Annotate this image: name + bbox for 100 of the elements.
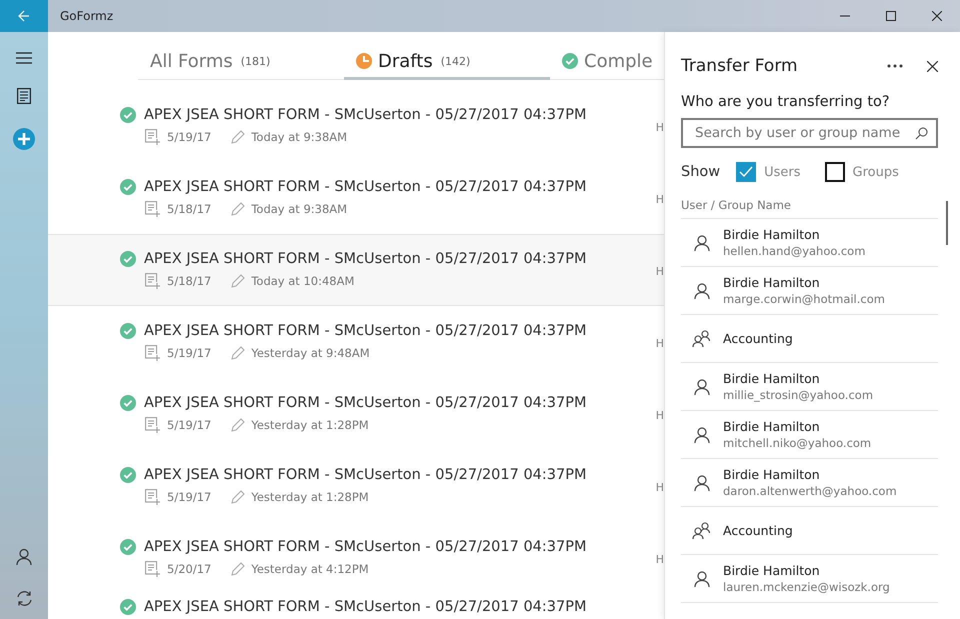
recipient-email: daron.altenwerth@yahoo.com <box>723 484 897 498</box>
user-icon <box>693 282 711 300</box>
list-header: User / Group Name <box>681 198 938 219</box>
tab-label: Comple <box>584 50 653 72</box>
panel-title: Transfer Form <box>681 56 799 76</box>
check-circle-icon <box>120 322 136 338</box>
group-icon <box>692 330 712 348</box>
maximize-icon <box>886 11 896 21</box>
created-date: 5/18/17 <box>167 202 212 216</box>
pencil-icon <box>231 562 246 576</box>
document-add-icon <box>145 416 161 434</box>
pencil-icon <box>231 346 246 360</box>
recipient-item[interactable]: Birdie Hamilton lauren.mckenzie@wisozk.org <box>681 555 938 603</box>
recipient-name: Birdie Hamilton <box>723 227 821 242</box>
column-3-text: H <box>656 121 664 134</box>
close-button[interactable] <box>927 60 938 72</box>
close-icon <box>932 11 942 21</box>
menu-icon <box>16 52 32 64</box>
form-title: APEX JSEA SHORT FORM - SMcUserton - 05/27/2017 04:37PM <box>144 178 586 194</box>
more-icon <box>887 64 903 68</box>
checkbox-label: Groups <box>852 164 899 180</box>
form-title: APEX JSEA SHORT FORM - SMcUserton - 05/27/2017 04:37PM <box>144 394 586 410</box>
form-title: APEX JSEA SHORT FORM - SMcUserton - 05/27/2017 04:37PM <box>144 538 586 554</box>
edited-time: Today at 10:48AM <box>251 274 354 288</box>
window-title: GoFormz <box>60 9 114 23</box>
search-field[interactable]: Search by user or group name <box>681 118 938 148</box>
recipient-name: Birdie Hamilton <box>723 275 821 290</box>
account-button[interactable] <box>16 548 32 566</box>
document-add-icon <box>145 488 161 506</box>
pencil-icon <box>231 274 246 288</box>
edited-time: Yesterday at 1:28PM <box>251 418 369 432</box>
pencil-icon <box>231 202 246 216</box>
column-3-text: H <box>656 193 664 206</box>
recipient-name: Birdie Hamilton <box>723 419 821 434</box>
tab-count: (181) <box>240 54 270 68</box>
more-button[interactable] <box>887 64 903 68</box>
document-icon <box>17 88 31 104</box>
check-circle-icon <box>120 538 136 554</box>
tab[interactable]: Comple <box>550 45 655 80</box>
checkbox[interactable] <box>824 162 845 182</box>
check-circle-icon <box>120 250 136 266</box>
show-label: Show <box>681 164 720 180</box>
back-arrow-icon <box>18 10 30 22</box>
check-circle-icon <box>562 53 578 69</box>
created-date: 5/19/17 <box>167 490 212 504</box>
menu-button[interactable] <box>16 52 32 64</box>
recipient-item[interactable]: Birdie Hamilton marge.corwin@hotmail.com <box>681 267 938 315</box>
check-circle-icon <box>120 106 136 122</box>
check-circle-icon <box>120 394 136 410</box>
recipient-item[interactable]: Birdie Hamilton hellen.hand@yahoo.com <box>681 219 938 267</box>
user-icon <box>693 474 711 492</box>
checkbox[interactable] <box>736 162 756 182</box>
document-add-icon <box>145 200 161 218</box>
recipient-name: Birdie Hamilton <box>723 563 821 578</box>
form-title: APEX JSEA SHORT FORM - SMcUserton - 05/27/2017 04:37PM <box>144 106 586 122</box>
pencil-icon <box>231 130 246 144</box>
created-date: 5/19/17 <box>167 346 212 360</box>
user-icon <box>693 234 711 252</box>
edited-time: Yesterday at 4:12PM <box>251 562 369 576</box>
created-date: 5/20/17 <box>167 562 212 576</box>
add-button[interactable] <box>13 128 35 150</box>
recipient-email: mitchell.niko@yahoo.com <box>723 436 872 450</box>
tab[interactable]: Drafts (142) <box>344 45 550 80</box>
tab-label: Drafts <box>378 50 433 72</box>
user-icon <box>693 378 711 396</box>
recipient-item[interactable]: Birdie Hamilton millie_strosin@yahoo.com <box>681 363 938 411</box>
tab-label: All Forms <box>150 50 233 72</box>
recipient-item[interactable]: Accounting <box>681 507 938 555</box>
column-3-text: H <box>656 265 664 278</box>
recipient-email: marge.corwin@hotmail.com <box>723 292 885 306</box>
column-3-text: H <box>656 481 664 494</box>
column-3-text: H <box>656 553 664 566</box>
form-title: APEX JSEA SHORT FORM - SMcUserton - 05/27/2017 04:37PM <box>144 599 586 615</box>
user-icon <box>16 548 32 566</box>
sync-icon <box>16 590 32 607</box>
recipient-email: lauren.mckenzie@wisozk.org <box>723 580 890 594</box>
question-text: Who are you transferring to? <box>681 94 891 110</box>
edited-time: Today at 9:38AM <box>251 130 348 144</box>
scrollbar-thumb[interactable] <box>946 201 948 245</box>
edited-time: Yesterday at 1:28PM <box>251 490 369 504</box>
document-add-icon <box>145 560 161 578</box>
sync-button[interactable] <box>16 590 32 607</box>
column-3-text: H <box>656 409 664 422</box>
recipient-item[interactable]: Birdie Hamilton daron.altenwerth@yahoo.com <box>681 459 938 507</box>
checkmark-icon <box>739 166 754 178</box>
check-circle-icon <box>120 466 136 482</box>
pencil-icon <box>231 490 246 504</box>
recipient-item[interactable]: Accounting <box>681 315 938 363</box>
created-date: 5/18/17 <box>167 274 212 288</box>
clock-icon <box>356 53 372 69</box>
pencil-icon <box>231 418 246 432</box>
recipient-email: millie_strosin@yahoo.com <box>723 388 874 402</box>
form-row[interactable]: APEX JSEA SHORT FORM - SMcUserton - 05/27/2017 04:37PM 5/18/17 Today at 10:48AM H <box>48 234 664 306</box>
created-date: 5/19/17 <box>167 130 212 144</box>
column-3-text: H <box>656 337 664 350</box>
forms-button[interactable] <box>17 88 31 104</box>
document-add-icon <box>145 344 161 362</box>
recipient-item[interactable]: Birdie Hamilton mitchell.niko@yahoo.com <box>681 411 938 459</box>
document-add-icon <box>145 272 161 290</box>
tab[interactable]: All Forms (181) <box>138 45 344 80</box>
